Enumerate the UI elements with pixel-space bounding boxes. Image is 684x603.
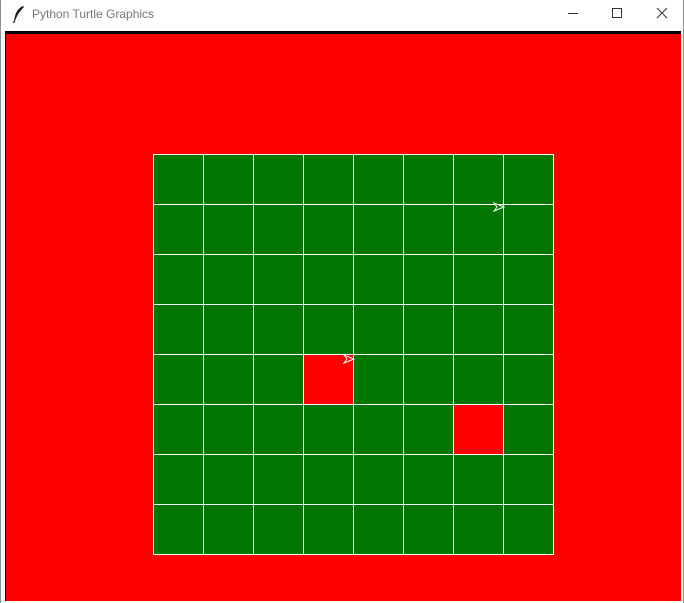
grid-cell bbox=[403, 354, 454, 405]
grid-cell bbox=[253, 504, 304, 555]
grid-cell bbox=[253, 304, 304, 355]
grid-cell bbox=[303, 404, 354, 455]
grid-cell bbox=[153, 254, 204, 305]
grid-cell bbox=[153, 354, 204, 405]
grid-cell bbox=[403, 304, 454, 355]
highlighted-grid-cell bbox=[453, 404, 504, 455]
grid-cell bbox=[503, 154, 554, 205]
window-title: Python Turtle Graphics bbox=[32, 7, 155, 21]
grid-cell bbox=[303, 304, 354, 355]
grid-cell bbox=[253, 204, 304, 255]
grid-cell bbox=[453, 154, 504, 205]
grid-cell bbox=[353, 404, 404, 455]
grid-cell bbox=[353, 304, 404, 355]
grid-cell bbox=[203, 254, 254, 305]
turtle-window: Python Turtle Graphics bbox=[0, 0, 684, 603]
grid-cell bbox=[453, 254, 504, 305]
grid-cell bbox=[503, 504, 554, 555]
feather-icon bbox=[12, 5, 26, 24]
maximize-icon bbox=[611, 6, 623, 24]
grid-cell bbox=[203, 154, 254, 205]
grid-cell bbox=[203, 354, 254, 405]
grid-cell bbox=[203, 404, 254, 455]
grid-cell bbox=[403, 454, 454, 505]
grid-cell bbox=[203, 304, 254, 355]
grid-cell bbox=[453, 354, 504, 405]
grid-cell bbox=[153, 204, 204, 255]
turtle-canvas[interactable] bbox=[5, 31, 681, 601]
grid-cell bbox=[353, 504, 404, 555]
grid-cell bbox=[453, 454, 504, 505]
grid-cell bbox=[353, 454, 404, 505]
grid-cell bbox=[203, 204, 254, 255]
grid-cell bbox=[503, 204, 554, 255]
grid-cell bbox=[153, 304, 204, 355]
grid-cell bbox=[353, 254, 404, 305]
grid-cell bbox=[153, 404, 204, 455]
grid-cell bbox=[353, 154, 404, 205]
grid-cell bbox=[503, 404, 554, 455]
grid-cell bbox=[303, 504, 354, 555]
grid-cell bbox=[153, 154, 204, 205]
grid-cell bbox=[153, 504, 204, 555]
maximize-button[interactable] bbox=[594, 0, 640, 30]
grid-cell bbox=[403, 154, 454, 205]
grid-cell bbox=[303, 454, 354, 505]
grid-cell bbox=[353, 354, 404, 405]
minimize-button[interactable] bbox=[550, 0, 596, 30]
grid-cell bbox=[453, 304, 504, 355]
grid-cell bbox=[303, 154, 354, 205]
grid-cell bbox=[503, 354, 554, 405]
grid-cell bbox=[253, 454, 304, 505]
grid-cell bbox=[403, 204, 454, 255]
close-icon bbox=[656, 6, 668, 24]
grid-cell bbox=[203, 454, 254, 505]
grid-cell bbox=[503, 454, 554, 505]
grid-cell bbox=[403, 504, 454, 555]
minimize-icon bbox=[567, 6, 579, 24]
grid-cell bbox=[303, 254, 354, 305]
grid-cell bbox=[303, 204, 354, 255]
turtle-arrow-icon bbox=[492, 199, 506, 217]
title-bar[interactable]: Python Turtle Graphics bbox=[1, 0, 683, 30]
grid-cell bbox=[253, 154, 304, 205]
grid-cell bbox=[503, 254, 554, 305]
close-button[interactable] bbox=[639, 0, 684, 30]
turtle-arrow-icon bbox=[342, 351, 356, 369]
grid-cell bbox=[353, 204, 404, 255]
grid-cell bbox=[153, 454, 204, 505]
grid-cell bbox=[253, 404, 304, 455]
grid-cell bbox=[453, 504, 504, 555]
grid-cell bbox=[403, 254, 454, 305]
grid-cell bbox=[253, 354, 304, 405]
grid-cell bbox=[403, 404, 454, 455]
grid-cell bbox=[203, 504, 254, 555]
grid-cell bbox=[503, 304, 554, 355]
grid-cell bbox=[253, 254, 304, 305]
